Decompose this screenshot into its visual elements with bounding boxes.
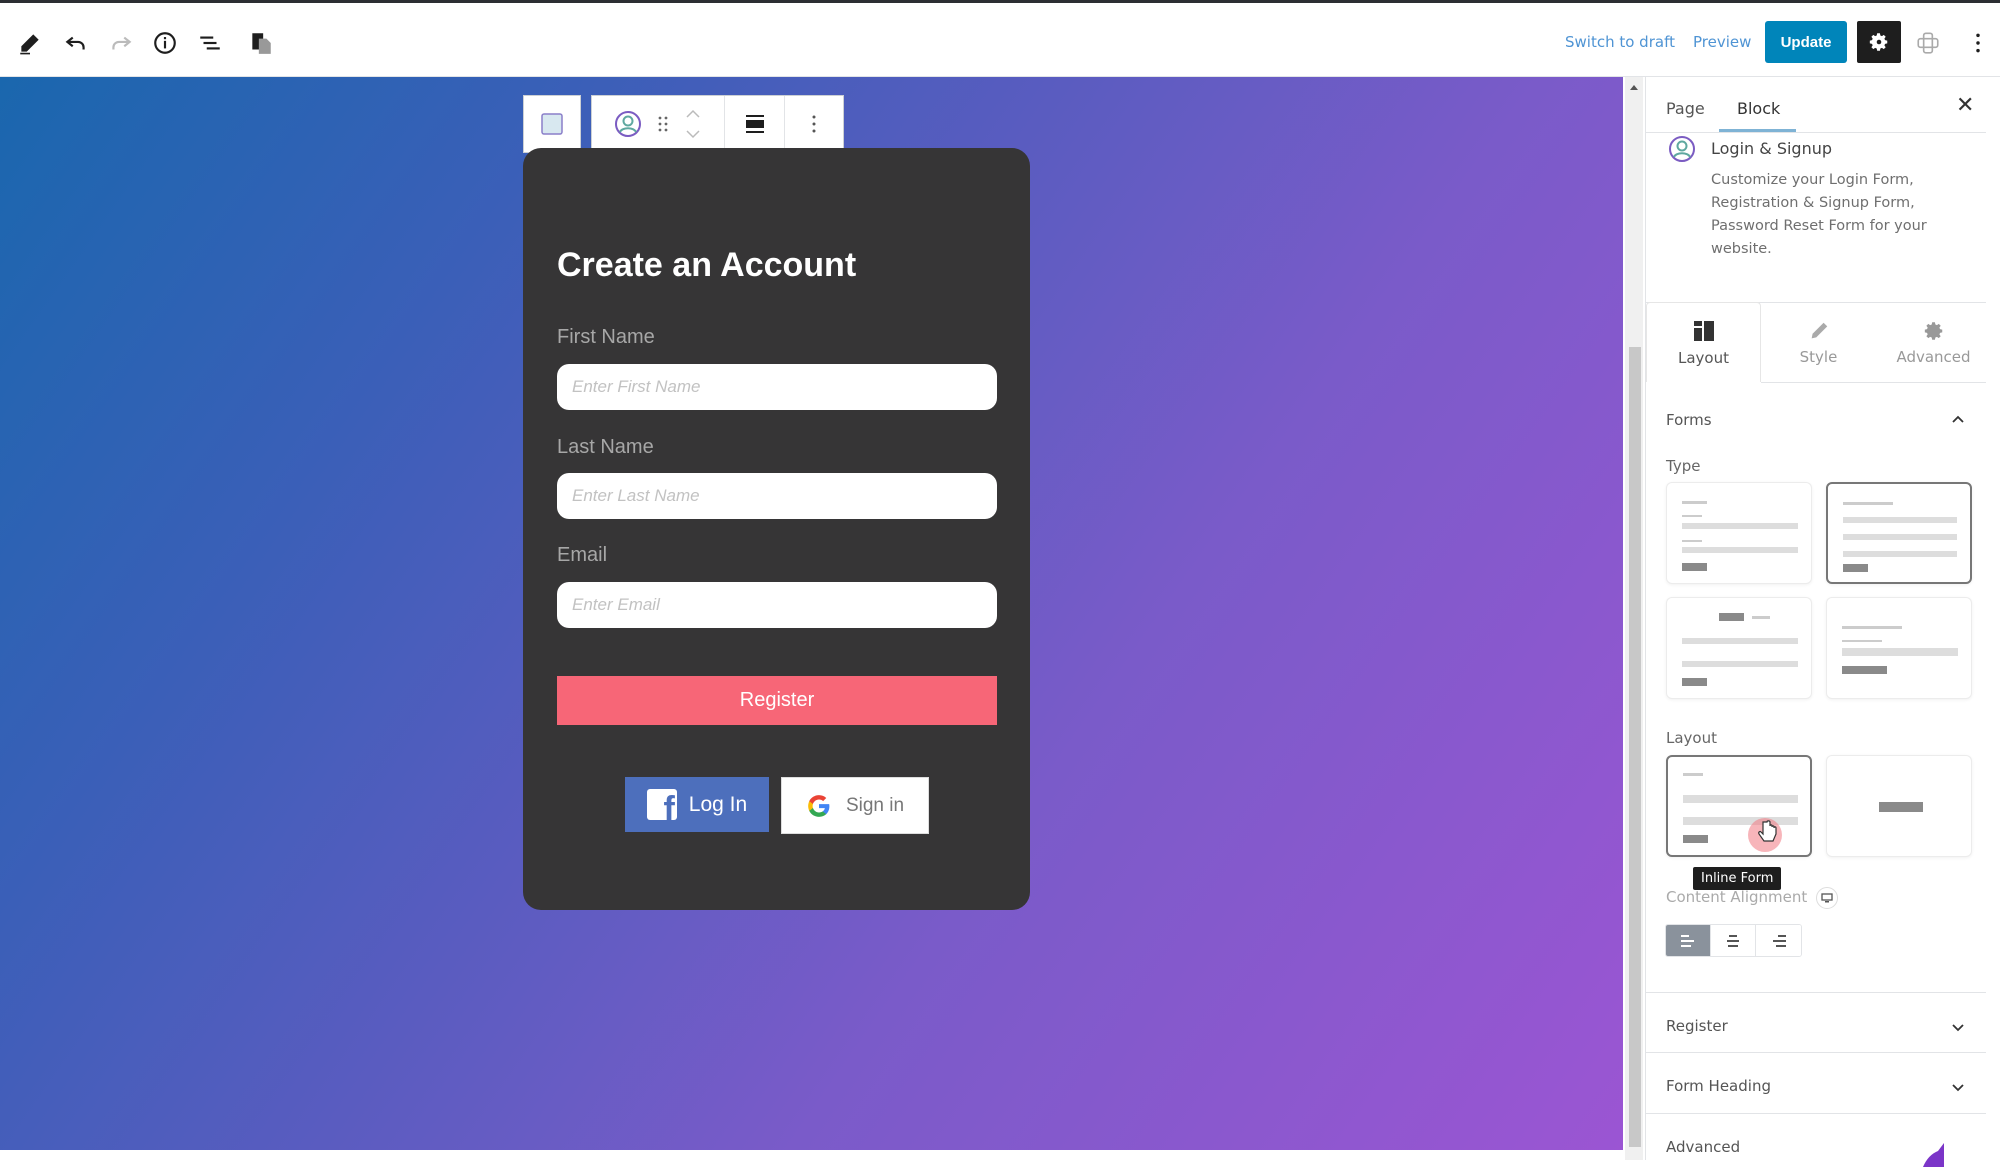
layout-popup[interactable] (1826, 755, 1972, 857)
align-left-icon (1681, 934, 1694, 947)
form-type-sign-in[interactable] (1666, 482, 1812, 584)
register-button[interactable]: Register (557, 676, 997, 725)
register-section-title[interactable]: Register (1666, 1017, 1728, 1035)
divider (1646, 992, 1986, 993)
first-name-label: First Name (557, 326, 655, 348)
block-type-icon (541, 113, 563, 135)
inner-tab-layout-label: Layout (1678, 349, 1729, 367)
content-alignment-label: Content Alignment (1666, 888, 1808, 906)
google-signin-label: Sign in (845, 794, 905, 816)
update-button[interactable]: Update (1765, 21, 1847, 63)
inner-tab-advanced[interactable]: Advanced (1876, 302, 1991, 382)
plugin-logo-icon[interactable] (1910, 25, 1946, 61)
move-up-down-icon[interactable] (684, 107, 702, 141)
align-right-icon (1772, 934, 1786, 947)
divider (1646, 1052, 1986, 1053)
desktop-icon (1821, 893, 1833, 903)
content-alignment-group (1665, 924, 1802, 957)
inner-tabs: Layout Style Advanced (1646, 302, 1986, 382)
scroll-up-arrow-icon[interactable] (1630, 85, 1638, 90)
promo-badge-icon (1923, 1143, 1944, 1167)
canvas-scrollbar[interactable] (1625, 77, 1643, 1160)
block-description: Customize your Login Form, Registration … (1711, 172, 1927, 257)
form-type-lost-password[interactable] (1826, 597, 1972, 699)
canvas-bottom-strip (0, 1150, 1623, 1160)
layout-icon (1693, 321, 1714, 341)
type-label: Type (1666, 457, 1701, 475)
align-right-button[interactable] (1756, 925, 1801, 956)
chevron-down-icon[interactable] (1952, 1081, 1964, 1093)
chevron-down-icon[interactable] (1952, 1021, 1964, 1033)
edit-pencil-icon[interactable] (12, 25, 48, 61)
google-icon (808, 794, 830, 817)
block-type-button[interactable] (524, 96, 580, 152)
divider (1761, 382, 1986, 383)
login-signup-block-icon (1668, 135, 1696, 167)
close-icon[interactable]: ✕ (1956, 93, 1974, 118)
advanced-section-title[interactable]: Advanced (1666, 1138, 1740, 1156)
form-type-create-account[interactable] (1826, 482, 1972, 584)
more-options-button[interactable] (785, 96, 843, 152)
gear-icon (1924, 322, 1942, 340)
align-button[interactable] (725, 96, 785, 152)
facebook-icon: f (646, 789, 677, 820)
registration-form-card: Create an Account First Name Last Name E… (523, 148, 1030, 910)
block-title: Login & Signup (1711, 139, 1833, 158)
editor-top-bar: Switch to draft Preview Update (0, 0, 2000, 77)
switch-to-draft-link[interactable]: Switch to draft (1565, 33, 1675, 51)
scrollbar-thumb[interactable] (1629, 347, 1641, 1147)
more-options-icon (812, 115, 816, 133)
more-vertical-icon[interactable] (1960, 25, 1996, 61)
gear-icon (1869, 33, 1888, 51)
outline-icon[interactable] (192, 25, 228, 61)
drag-handle-icon[interactable] (656, 114, 670, 134)
first-name-input[interactable] (557, 364, 997, 410)
pencil-icon (1811, 322, 1827, 339)
align-left-button[interactable] (1666, 925, 1711, 956)
chevron-up-icon[interactable] (1952, 414, 1964, 426)
form-title: Create an Account (557, 246, 857, 284)
layout-tooltip: Inline Form (1693, 867, 1782, 890)
form-heading-section-title[interactable]: Form Heading (1666, 1077, 1771, 1095)
preview-link[interactable]: Preview (1693, 33, 1751, 51)
settings-button[interactable] (1857, 21, 1901, 63)
divider (1646, 1113, 1986, 1114)
block-toolbar-main-group (591, 95, 844, 153)
responsive-toggle[interactable] (1816, 887, 1838, 909)
block-toolbar-parent-group (523, 95, 581, 153)
tab-block[interactable]: Block (1737, 99, 1780, 118)
redo-icon[interactable] (103, 25, 139, 61)
info-icon[interactable] (147, 25, 183, 61)
settings-sidebar: Page Block ✕ Login & Signup Customize yo… (1645, 77, 2000, 1167)
last-name-input[interactable] (557, 473, 997, 519)
inner-tab-style-label: Style (1799, 348, 1838, 366)
form-type-login-register[interactable] (1666, 597, 1812, 699)
google-signin-button[interactable]: Sign in (781, 777, 929, 834)
inner-tab-advanced-label: Advanced (1896, 348, 1971, 366)
sidebar-tabs: Page Block ✕ (1646, 77, 1986, 133)
block-toolbar (523, 95, 844, 153)
facebook-login-label: Log In (688, 792, 748, 816)
layout-label: Layout (1666, 729, 1717, 747)
last-name-label: Last Name (557, 436, 654, 458)
user-circle-icon (615, 111, 641, 137)
active-tab-indicator (1719, 129, 1796, 132)
facebook-login-button[interactable]: f Log In (625, 777, 769, 832)
hand-cursor-icon (1758, 820, 1777, 842)
email-input[interactable] (557, 582, 997, 628)
align-center-icon (1727, 934, 1739, 947)
inner-tab-style[interactable]: Style (1761, 302, 1876, 382)
block-switcher[interactable] (592, 96, 725, 152)
undo-icon[interactable] (58, 25, 94, 61)
align-icon (745, 115, 764, 133)
inner-tab-layout[interactable]: Layout (1646, 302, 1761, 382)
forms-section-title[interactable]: Forms (1666, 411, 1712, 429)
clipboard-icon[interactable] (243, 25, 279, 61)
align-center-button[interactable] (1711, 925, 1756, 956)
tab-page[interactable]: Page (1666, 99, 1705, 118)
email-label: Email (557, 544, 608, 566)
layout-inline-form[interactable] (1666, 755, 1812, 857)
